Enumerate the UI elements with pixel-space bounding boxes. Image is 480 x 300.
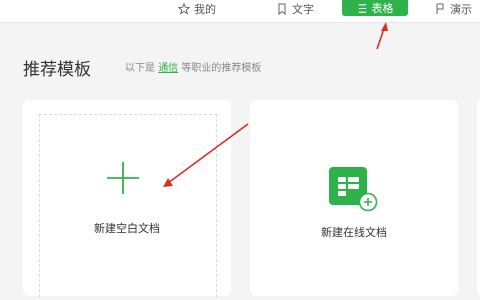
profession-link[interactable]: 通信 <box>158 63 178 74</box>
tab-label: 演示 <box>450 3 472 16</box>
subtitle-suffix: 等职业的推荐模板 <box>181 63 262 74</box>
presentation-icon <box>436 3 444 14</box>
new-blank-document-card[interactable]: 新建空白文档 <box>23 100 231 297</box>
tab-mine[interactable]: 我的 <box>178 0 216 18</box>
arrow-to-sheet-tab <box>376 22 388 50</box>
top-nav-bar: 我的 文字 表格 演示 <box>0 0 480 23</box>
tab-label: 文字 <box>292 3 314 16</box>
tab-sheet[interactable]: 表格 <box>342 0 408 16</box>
card-label: 新建在线文档 <box>321 226 387 239</box>
subtitle-prefix: 以下是 <box>125 63 155 74</box>
star-icon <box>178 3 190 15</box>
tab-label: 我的 <box>194 3 216 16</box>
plus-icon <box>107 162 139 194</box>
online-sheet-icon <box>329 167 378 212</box>
card-dashed-border <box>39 114 217 297</box>
page-title: 推荐模板 <box>23 60 91 80</box>
tab-label: 表格 <box>371 2 394 15</box>
tab-presentation[interactable]: 演示 <box>434 0 472 18</box>
sheet-icon <box>358 3 366 13</box>
page-subtitle: 以下是 通信 等职业的推荐模板 <box>125 59 261 74</box>
card-label: 新建空白文档 <box>94 222 160 235</box>
tab-text[interactable]: 文字 <box>276 0 314 18</box>
bookmark-icon <box>278 3 286 15</box>
